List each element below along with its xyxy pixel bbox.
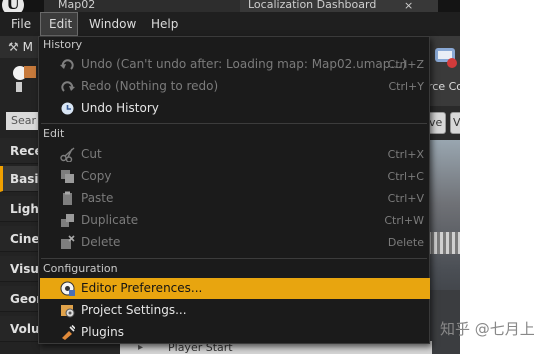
category-basic[interactable]: Basic bbox=[0, 166, 40, 192]
category-lights[interactable]: Light bbox=[0, 196, 40, 222]
viewport-button[interactable]: ve bbox=[428, 112, 446, 134]
modes-search-placeholder: Sear bbox=[11, 114, 37, 127]
tab-map02[interactable]: Map02 bbox=[44, 0, 248, 12]
redo-icon bbox=[61, 81, 75, 92]
screenshot-canvas: U Map02 Localization Dashboard × File Ed… bbox=[0, 0, 558, 354]
menu-item-delete-label: Delete bbox=[81, 235, 121, 249]
category-cinematic[interactable]: Ciner bbox=[0, 226, 40, 252]
menu-item-plugins-label: Plugins bbox=[81, 325, 124, 339]
source-control-icon[interactable] bbox=[432, 42, 458, 72]
menu-item-cut[interactable]: Cut Ctrl+X bbox=[40, 144, 430, 165]
menu-item-copy-label: Copy bbox=[81, 169, 112, 183]
tab-map02-label: Map02 bbox=[58, 0, 96, 11]
menu-item-editor-preferences-label: Editor Preferences... bbox=[81, 281, 203, 295]
category-recently-placed[interactable]: Rece bbox=[0, 138, 40, 164]
menu-item-duplicate-label: Duplicate bbox=[81, 213, 139, 227]
menu-help[interactable]: Help bbox=[144, 12, 185, 36]
category-visual-effects[interactable]: Visua bbox=[0, 256, 40, 282]
section-history-header: History bbox=[43, 38, 83, 51]
viewport-scene-railing bbox=[428, 232, 460, 254]
editor-preferences-icon bbox=[60, 281, 75, 296]
menu-item-duplicate-shortcut: Ctrl+W bbox=[384, 214, 424, 227]
undo-icon bbox=[60, 59, 74, 70]
menu-item-undo-shortcut: Ctrl+Z bbox=[387, 58, 424, 71]
menu-item-editor-preferences[interactable]: Editor Preferences... bbox=[40, 278, 430, 299]
modes-tab[interactable]: ⚒ M bbox=[0, 36, 40, 58]
menu-item-project-settings[interactable]: Project Settings... bbox=[40, 300, 430, 321]
menu-separator bbox=[41, 123, 427, 124]
delete-icon bbox=[61, 235, 75, 249]
history-icon bbox=[61, 102, 74, 115]
menu-bar: File Edit Window Help bbox=[0, 12, 460, 36]
menu-item-redo-shortcut: Ctrl+Y bbox=[388, 80, 424, 93]
project-settings-icon bbox=[61, 305, 75, 318]
category-volumes[interactable]: Volur bbox=[0, 316, 40, 342]
menu-item-copy-shortcut: Ctrl+C bbox=[387, 170, 424, 183]
plugins-icon bbox=[62, 325, 75, 340]
section-edit-header: Edit bbox=[43, 127, 65, 140]
place-mode-icon bbox=[13, 66, 36, 92]
menu-item-cut-label: Cut bbox=[81, 147, 102, 161]
menu-item-undo-history[interactable]: Undo History bbox=[40, 98, 430, 119]
duplicate-icon bbox=[61, 214, 74, 227]
menu-item-delete-shortcut: Delete bbox=[387, 236, 424, 249]
scissors-icon bbox=[60, 147, 75, 162]
edit-menu-dropdown: History Undo (Can't undo after: Loading … bbox=[38, 36, 430, 344]
source-control-label: rce Co bbox=[428, 80, 460, 93]
menu-separator bbox=[41, 258, 427, 259]
modes-icon: ⚒ bbox=[8, 40, 19, 54]
modes-tab-label: M bbox=[22, 40, 33, 54]
menu-item-paste-label: Paste bbox=[81, 191, 114, 205]
menu-window[interactable]: Window bbox=[82, 12, 143, 36]
menu-item-undo-history-label: Undo History bbox=[81, 101, 159, 115]
menu-item-copy[interactable]: Copy Ctrl+C bbox=[40, 166, 430, 187]
paste-icon bbox=[63, 191, 72, 205]
menu-item-redo-label: Redo (Nothing to redo) bbox=[81, 79, 219, 93]
menu-item-undo[interactable]: Undo (Can't undo after: Loading map: Map… bbox=[40, 54, 430, 75]
copy-icon bbox=[61, 170, 74, 183]
outside-window-area bbox=[460, 0, 558, 354]
menu-item-redo[interactable]: Redo (Nothing to redo) Ctrl+Y bbox=[40, 76, 430, 97]
menu-item-project-settings-label: Project Settings... bbox=[81, 303, 187, 317]
menu-item-paste[interactable]: Paste Ctrl+V bbox=[40, 188, 430, 209]
menu-file[interactable]: File bbox=[4, 12, 38, 36]
category-geometry[interactable]: Geon bbox=[0, 286, 40, 312]
menu-item-paste-shortcut: Ctrl+V bbox=[387, 192, 424, 205]
tab-localization-dashboard-label: Localization Dashboard bbox=[248, 0, 377, 11]
menu-item-delete[interactable]: Delete Delete bbox=[40, 232, 430, 253]
menu-edit[interactable]: Edit bbox=[40, 12, 78, 36]
menu-item-undo-label: Undo (Can't undo after: Loading map: Map… bbox=[81, 57, 407, 71]
tab-close-icon[interactable]: × bbox=[404, 0, 413, 12]
modes-search-input[interactable]: Sear bbox=[6, 112, 40, 130]
zhihu-watermark: 知乎 @七月上 bbox=[440, 320, 535, 338]
section-configuration-header: Configuration bbox=[43, 262, 118, 275]
menu-item-duplicate[interactable]: Duplicate Ctrl+W bbox=[40, 210, 430, 231]
menu-item-cut-shortcut: Ctrl+X bbox=[387, 148, 424, 161]
menu-item-plugins[interactable]: Plugins bbox=[40, 322, 430, 343]
